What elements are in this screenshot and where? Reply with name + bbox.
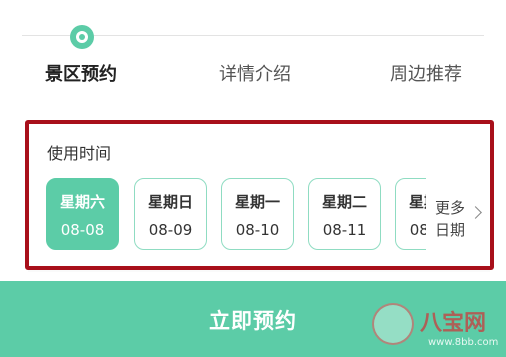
- watermark-url: www.8bb.com: [428, 337, 499, 348]
- panel-title: 使用时间: [47, 144, 112, 163]
- date-selection-panel: 使用时间 星期六 08-08 星期日 08-09 星期一 08-10 星期二 0…: [25, 120, 494, 270]
- date-chip-date: 08-10: [235, 221, 280, 239]
- date-chip-weekday: 星期三: [408, 193, 426, 211]
- date-chip-weekday: 星期日: [147, 193, 193, 211]
- date-chip-weekday: 星期六: [59, 193, 105, 211]
- more-dates-label-line2: 日期: [435, 221, 466, 239]
- more-dates-label-line1: 更多: [435, 199, 466, 217]
- date-chip-0809[interactable]: 星期日 08-09: [134, 178, 207, 250]
- date-chip-row: 星期六 08-08 星期日 08-09 星期一 08-10 星期二 08-11 …: [46, 178, 426, 250]
- site-watermark-logo: 八宝网 www.8bb.com: [368, 297, 502, 355]
- date-chip-date: 08-11: [322, 221, 367, 239]
- date-chip-weekday: 星期一: [234, 193, 280, 211]
- tab-scenic-booking[interactable]: 景区预约: [45, 60, 117, 86]
- date-chip-0811[interactable]: 星期二 08-11: [308, 178, 381, 250]
- more-dates-button[interactable]: 更多 日期: [435, 197, 479, 241]
- radio-dot-icon: [70, 25, 94, 49]
- date-chip-date: 08-09: [148, 221, 193, 239]
- date-chip-date: 08-12: [409, 221, 426, 239]
- tab-nearby[interactable]: 周边推荐: [390, 60, 462, 86]
- date-chip-0810[interactable]: 星期一 08-10: [221, 178, 294, 250]
- date-chip-date: 08-08: [60, 221, 105, 239]
- tab-bar: 景区预约 详情介绍 周边推荐: [0, 60, 506, 90]
- date-chip-0812[interactable]: 星期三 08-12: [395, 178, 426, 250]
- date-chip-weekday: 星期二: [321, 193, 367, 211]
- date-chip-0808[interactable]: 星期六 08-08: [46, 178, 119, 250]
- tab-details[interactable]: 详情介绍: [219, 60, 291, 86]
- watermark-text: 八宝网: [420, 311, 487, 336]
- mascot-face-icon: [372, 303, 414, 345]
